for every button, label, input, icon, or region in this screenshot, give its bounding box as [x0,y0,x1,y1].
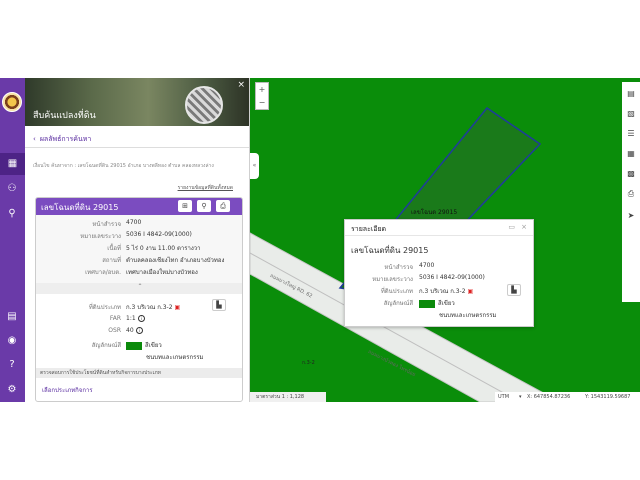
parcel-card: เลขโฉนดที่ดิน 29015 ⊞ ⚲ ⎙ หน้าสำรวจ 4700 … [35,197,243,402]
divider [25,147,249,148]
building-icon[interactable]: ▙ [212,299,226,311]
parcel-card-header: เลขโฉนดที่ดิน 29015 ⊞ ⚲ ⎙ [36,198,242,215]
department-seal-logo [185,86,223,124]
chat-icon[interactable]: ◉ [5,334,19,348]
chevron-up-icon: ⌃ [137,283,143,290]
popup-color-value: สีเขียว [438,300,455,307]
scale-bar: มาตราส่วน 1 : 1,128 [250,392,326,402]
zoom-control: + − [255,82,269,110]
grid-icon[interactable]: ▩ [625,168,637,180]
navigate-arrow-icon[interactable]: ➤ [625,210,637,222]
map-canvas[interactable]: เลขโฉนด 29015 ถนนบางใหญ่ RD. 62 ถนนบางบั… [250,78,640,402]
location-pin-icon[interactable]: ⚲ [5,207,19,221]
info-icon[interactable]: i [137,315,145,322]
zoom-in-button[interactable]: + [256,83,268,96]
popup-header: รายละเอียด ▭ × [345,220,533,236]
search-condition-text: เงื่อนไข ค้นหาจาก : เลขโฉนดที่ดิน 29015 … [33,163,214,169]
app-window: ▦ ⚇ ⚲ ▤ ◉ ? ⚙ สืบค้นแปลงที่ดิน × ‹ ผลลัพธ… [0,78,640,402]
parcel-card-title: เลขโฉนดที่ดิน 29015 [41,203,119,212]
basemap-icon[interactable]: ▧ [625,108,637,120]
building-icon[interactable]: ▙ [507,284,521,296]
panel-title: สืบค้นแปลงที่ดิน [33,111,96,121]
back-label: ผลลัพธ์การค้นหา [39,135,92,143]
popup-close-icon[interactable]: × [521,223,527,231]
far-value: 1:1 [126,315,136,322]
help-icon[interactable]: ? [5,358,19,372]
maximize-icon[interactable]: ▭ [508,223,515,231]
coordinate-readout: UTM ▾ X: 647854.87236 Y: 1543119.59687 [495,392,640,402]
coord-system-select[interactable]: UTM [498,392,509,402]
back-to-results-link[interactable]: ‹ ผลลัพธ์การค้นหา [33,134,91,145]
report-link[interactable]: รายงานข้อมูลที่ดินทั้งหมด [178,184,233,192]
print-button[interactable]: ⎙ [216,200,230,212]
list-icon[interactable]: ☰ [625,128,637,140]
color-swatch [419,299,435,308]
print-icon[interactable]: ⎙ [625,188,637,200]
coord-x: X: 647854.87236 [527,394,571,400]
table-icon[interactable]: ▦ [625,148,637,160]
color-desc: ชนบทและเกษตรกรรม [146,354,204,361]
popup-color-desc: ชนบทและเกษตรกรรม [439,312,497,319]
land-search-icon[interactable]: ▦ [0,153,25,175]
popup-zoning-value: ก.3 บริเวณ ก.3-2 [419,288,466,295]
osr-value: 40 [126,327,134,334]
locate-button[interactable]: ⚲ [197,200,211,212]
color-swatch [126,341,142,350]
panel-banner: สืบค้นแปลงที่ดิน × [25,78,249,126]
coord-y: Y: 1543119.59687 [585,394,631,400]
collapse-toggle[interactable]: ⌃ [36,283,242,294]
network-icon[interactable]: ⚇ [5,182,19,196]
layers-icon[interactable]: ▤ [625,88,637,100]
zoom-out-button[interactable]: − [256,96,268,109]
parcel-map-label: เลขโฉนด 29015 [411,209,458,216]
popup-title: เลขโฉนดที่ดิน 29015 [351,246,429,255]
settings-gear-icon[interactable]: ⚙ [5,383,19,397]
pdf-icon[interactable]: ▣ [468,288,474,295]
map-toolbar: ▤ ▧ ☰ ▦ ▩ ⎙ ➤ [622,82,640,302]
chevron-down-icon: ▾ [519,394,522,400]
zoning-value: ก.3 บริเวณ ก.3-2 [126,304,173,311]
panel-close-button[interactable]: × [237,80,245,90]
pdf-icon[interactable]: ▣ [175,304,181,311]
panel-collapse-handle[interactable]: « [250,153,259,179]
popup-header-title: รายละเอียด [351,225,387,233]
chevron-left-icon: ‹ [33,135,36,143]
detail-popup: รายละเอียด ▭ × เลขโฉนดที่ดิน 29015 หน้าส… [344,219,534,327]
usage-check-bar: ตรวจสอบการใช้ประโยชน์ที่ดินสำหรับกิจการบ… [36,368,242,378]
zone-map-label: ก.3-2 [302,360,315,366]
choose-business-type[interactable]: เลือกประเภทกิจการ [42,385,93,395]
organization-logo[interactable] [2,92,22,112]
left-rail: ▦ ⚇ ⚲ ▤ ◉ ? ⚙ [0,78,25,402]
color-value: สีเขียว [145,342,162,349]
info-icon[interactable]: i [135,327,143,334]
land-search-panel: สืบค้นแปลงที่ดิน × ‹ ผลลัพธ์การค้นหา เงื่… [25,78,250,402]
parcel-details: หน้าสำรวจ 4700 หมายเลขระวาง 5036 I 4842-09… [36,215,242,283]
document-icon[interactable]: ▤ [5,310,19,324]
zoom-to-parcel-button[interactable]: ⊞ [178,200,192,212]
